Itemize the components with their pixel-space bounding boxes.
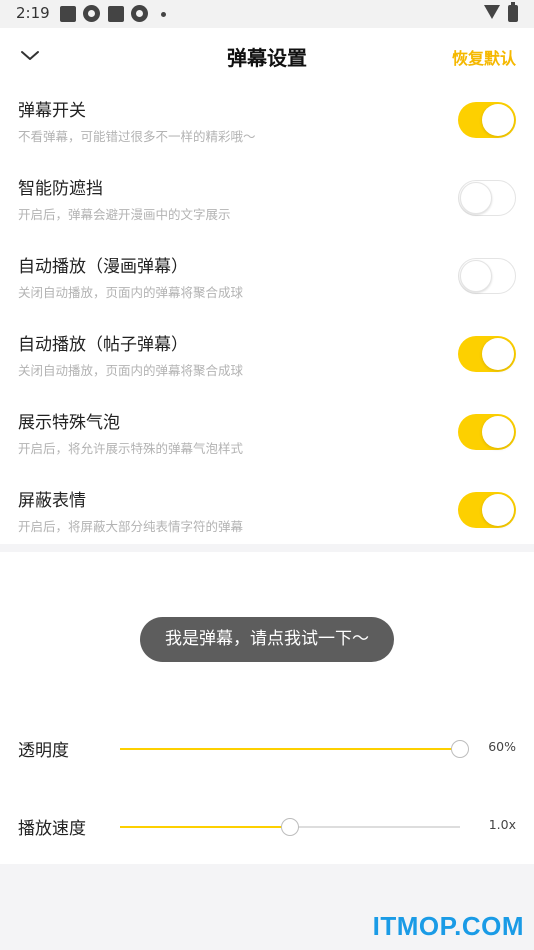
setting-label: 弹幕开关 — [18, 101, 86, 121]
notification-aperture-icon — [83, 5, 100, 22]
setting-label: 自动播放（漫画弹幕） — [18, 257, 188, 277]
danmaku-switch-toggle[interactable] — [458, 102, 516, 138]
danmaku-preview-panel: 我是弹幕，请点我试一下～ 透明度 60% 播放速度 1.0x — [0, 552, 534, 864]
setting-description: 关闭自动播放，页面内的弹幕将聚合成球 — [18, 363, 244, 378]
setting-description: 开启后，将屏蔽大部分纯表情字符的弹幕 — [18, 519, 244, 534]
more-notifications-dot-icon — [161, 12, 166, 17]
speed-value: 1.0x — [488, 817, 516, 832]
section-divider — [0, 544, 534, 552]
setting-description: 开启后，弹幕会避开漫画中的文字展示 — [18, 207, 231, 222]
wifi-icon — [484, 5, 500, 19]
settings-list: 弹幕开关 不看弹幕，可能错过很多不一样的精彩哦～ 智能防遮挡 开启后，弹幕会避开… — [0, 84, 534, 544]
toggle-knob — [482, 494, 514, 526]
setting-row-danmaku-switch: 弹幕开关 不看弹幕，可能错过很多不一样的精彩哦～ — [0, 84, 534, 162]
speed-slider-fill — [120, 826, 290, 828]
opacity-slider[interactable] — [120, 740, 469, 758]
opacity-slider-fill — [120, 748, 460, 750]
special-bubble-toggle[interactable] — [458, 414, 516, 450]
toggle-knob — [482, 416, 514, 448]
status-time: 2:19 — [16, 4, 50, 22]
setting-row-special-bubble: 展示特殊气泡 开启后，将允许展示特殊的弹幕气泡样式 — [0, 396, 534, 474]
toggle-knob — [482, 104, 514, 136]
toggle-knob — [460, 182, 492, 214]
setting-row-smart-anti-block: 智能防遮挡 开启后，弹幕会避开漫画中的文字展示 — [0, 162, 534, 240]
toggle-knob — [482, 338, 514, 370]
notification-square-icon — [108, 6, 124, 22]
block-emoji-toggle[interactable] — [458, 492, 516, 528]
setting-label: 智能防遮挡 — [18, 179, 103, 199]
setting-description: 开启后，将允许展示特殊的弹幕气泡样式 — [18, 441, 244, 456]
setting-label: 展示特殊气泡 — [18, 413, 120, 433]
bottom-area: ITMOP.COM — [0, 864, 534, 950]
speed-slider[interactable] — [120, 818, 460, 836]
autoplay-post-toggle[interactable] — [458, 336, 516, 372]
danmaku-preview-bubble[interactable]: 我是弹幕，请点我试一下～ — [140, 617, 394, 662]
speed-label: 播放速度 — [18, 819, 86, 839]
opacity-value: 60% — [488, 739, 516, 754]
setting-row-block-emoji: 屏蔽表情 开启后，将屏蔽大部分纯表情字符的弹幕 — [0, 474, 534, 552]
status-bar: 2:19 — [0, 0, 534, 28]
opacity-slider-thumb[interactable] — [451, 740, 469, 758]
opacity-label: 透明度 — [18, 741, 69, 761]
autoplay-comic-toggle[interactable] — [458, 258, 516, 294]
setting-label: 屏蔽表情 — [18, 491, 86, 511]
notification-square-icon — [60, 6, 76, 22]
opacity-slider-row: 透明度 60% — [0, 724, 534, 774]
setting-row-autoplay-post: 自动播放（帖子弹幕） 关闭自动播放，页面内的弹幕将聚合成球 — [0, 318, 534, 396]
battery-icon — [508, 2, 518, 22]
setting-label: 自动播放（帖子弹幕） — [18, 335, 188, 355]
watermark: ITMOP.COM — [372, 911, 524, 941]
setting-description: 关闭自动播放，页面内的弹幕将聚合成球 — [18, 285, 244, 300]
reset-default-button[interactable]: 恢复默认 — [452, 45, 516, 69]
toggle-knob — [460, 260, 492, 292]
smart-anti-block-toggle[interactable] — [458, 180, 516, 216]
speed-slider-row: 播放速度 1.0x — [0, 802, 534, 852]
notification-aperture-icon — [131, 5, 148, 22]
speed-slider-thumb[interactable] — [281, 818, 299, 836]
setting-row-autoplay-comic: 自动播放（漫画弹幕） 关闭自动播放，页面内的弹幕将聚合成球 — [0, 240, 534, 318]
header: 弹幕设置 恢复默认 — [0, 28, 534, 84]
setting-description: 不看弹幕，可能错过很多不一样的精彩哦～ — [18, 129, 256, 144]
